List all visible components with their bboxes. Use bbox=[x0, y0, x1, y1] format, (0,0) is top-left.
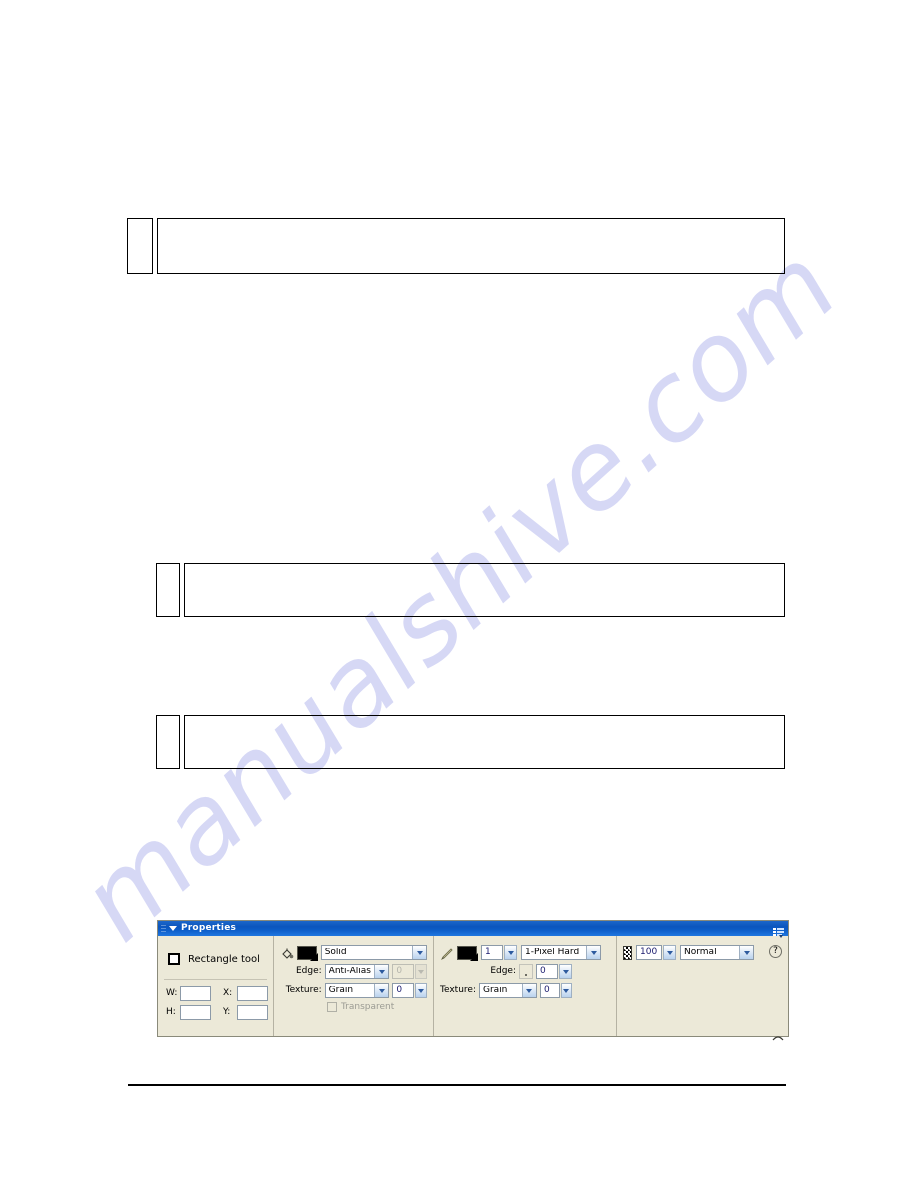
fill-edge-label: Edge: bbox=[295, 966, 322, 976]
footer-divider bbox=[128, 1084, 786, 1086]
callout-box bbox=[156, 563, 785, 617]
fill-edge-amount-stepper bbox=[414, 964, 427, 979]
blend-mode-dropdown[interactable]: Normal bbox=[680, 945, 754, 960]
height-y-row: H: Y: bbox=[166, 1005, 273, 1020]
stroke-texture-label: Texture: bbox=[440, 985, 476, 995]
stroke-texture-dropdown[interactable]: Grain bbox=[478, 983, 537, 998]
stroke-edge-amount-stepper[interactable] bbox=[559, 964, 572, 979]
fill-texture-value: Grain bbox=[328, 986, 354, 995]
stroke-edge-slider-handle[interactable] bbox=[519, 964, 533, 979]
help-button[interactable]: ? bbox=[769, 945, 782, 958]
fill-category-row: Solid bbox=[280, 945, 427, 961]
opacity-stepper[interactable] bbox=[663, 945, 676, 960]
opacity-blend-row: 100 Normal bbox=[623, 945, 782, 960]
fill-texture-dropdown[interactable]: Grain bbox=[324, 983, 390, 998]
callout-body bbox=[157, 218, 785, 274]
stroke-texture-value: Grain bbox=[482, 986, 508, 995]
blend-mode-value: Normal bbox=[684, 948, 717, 957]
panel-options-menu-icon[interactable] bbox=[773, 923, 784, 938]
stroke-texture-row: Texture: Grain 0 bbox=[440, 983, 610, 998]
opacity-input[interactable]: 100 bbox=[636, 945, 662, 960]
chevron-down-icon[interactable] bbox=[374, 965, 389, 978]
drag-grip-icon[interactable] bbox=[161, 924, 166, 933]
properties-panel-body: Rectangle tool W: X: H: Y: Solid Edge: A… bbox=[158, 936, 788, 1041]
appearance-section: 100 Normal ? bbox=[617, 936, 788, 1041]
stroke-category-value: 1-Pixel Hard bbox=[525, 948, 580, 957]
chevron-down-icon[interactable] bbox=[374, 984, 389, 997]
x-input[interactable] bbox=[237, 986, 268, 1001]
width-label: W: bbox=[166, 988, 178, 998]
fill-category-dropdown[interactable]: Solid bbox=[320, 945, 427, 960]
callout-marker bbox=[156, 563, 180, 617]
y-label: Y: bbox=[223, 1007, 231, 1017]
fill-edge-row: Edge: Anti-Alias 0 bbox=[280, 964, 427, 979]
stroke-edge-row: Edge: 0 bbox=[440, 964, 610, 979]
panel-title: Properties bbox=[181, 923, 237, 933]
stroke-tip-size-input[interactable]: 1 bbox=[481, 945, 503, 960]
scanned-manual-page: manualshive.com Properties Rectangle too… bbox=[0, 0, 918, 1188]
chevron-down-icon[interactable] bbox=[586, 946, 600, 959]
panel-expand-handle-icon[interactable] bbox=[772, 1026, 784, 1041]
callout-marker bbox=[156, 715, 180, 769]
rectangle-tool-icon bbox=[168, 953, 180, 965]
fill-texture-amount-stepper[interactable] bbox=[414, 983, 427, 998]
transparent-checkbox[interactable] bbox=[327, 1002, 337, 1012]
transparent-label: Transparent bbox=[341, 1001, 395, 1012]
tool-name-label: Rectangle tool bbox=[188, 953, 260, 965]
chevron-down-icon[interactable] bbox=[739, 946, 753, 959]
height-label: H: bbox=[166, 1007, 176, 1017]
height-input[interactable] bbox=[180, 1005, 211, 1020]
pencil-icon bbox=[440, 946, 454, 960]
tool-identity-row: Rectangle tool bbox=[158, 945, 273, 973]
dimensions-group: W: X: H: Y: bbox=[158, 980, 273, 1020]
stroke-texture-amount-stepper[interactable] bbox=[560, 983, 572, 998]
x-label: X: bbox=[223, 988, 233, 998]
fill-edge-dropdown[interactable]: Anti-Alias bbox=[324, 964, 390, 979]
fill-color-swatch[interactable] bbox=[297, 945, 318, 961]
properties-panel-titlebar[interactable]: Properties bbox=[158, 921, 788, 938]
stroke-texture-amount-input[interactable]: 0 bbox=[539, 983, 560, 998]
fill-texture-label: Texture: bbox=[285, 985, 322, 995]
callout-box bbox=[127, 218, 785, 274]
tool-section: Rectangle tool W: X: H: Y: bbox=[158, 936, 274, 1036]
collapse-triangle-icon[interactable] bbox=[169, 926, 177, 931]
width-x-row: W: X: bbox=[166, 986, 273, 1001]
paint-bucket-icon bbox=[280, 946, 294, 960]
chevron-down-icon[interactable] bbox=[412, 946, 426, 959]
fill-texture-amount-input[interactable]: 0 bbox=[392, 983, 414, 998]
fill-texture-row: Texture: Grain 0 bbox=[280, 983, 427, 998]
stroke-tip-size-stepper[interactable] bbox=[504, 945, 517, 960]
callout-body bbox=[184, 563, 785, 617]
y-input[interactable] bbox=[237, 1005, 268, 1020]
stroke-edge-label: Edge: bbox=[490, 966, 516, 976]
width-input[interactable] bbox=[180, 986, 211, 1001]
opacity-checkerboard-icon bbox=[623, 945, 632, 960]
callout-body bbox=[184, 715, 785, 769]
stroke-color-swatch[interactable] bbox=[457, 945, 478, 961]
stroke-category-row: 1 1-Pixel Hard bbox=[440, 945, 610, 961]
fill-category-value: Solid bbox=[324, 948, 347, 957]
properties-panel: Properties Rectangle tool W: X: H: Y: So… bbox=[157, 920, 789, 1041]
fill-transparent-row[interactable]: Transparent bbox=[280, 1002, 427, 1012]
fill-section: Solid Edge: Anti-Alias 0 Texture: Grain … bbox=[274, 936, 434, 1036]
chevron-down-icon[interactable] bbox=[521, 984, 536, 997]
callout-box bbox=[156, 715, 785, 769]
stroke-category-dropdown[interactable]: 1-Pixel Hard bbox=[521, 945, 601, 960]
stroke-section: 1 1-Pixel Hard Edge: 0 Texture: Grain 0 bbox=[434, 936, 617, 1036]
fill-edge-amount-input: 0 bbox=[392, 964, 414, 979]
fill-edge-value: Anti-Alias bbox=[328, 967, 371, 976]
stroke-edge-amount-input[interactable]: 0 bbox=[536, 964, 558, 979]
callout-marker bbox=[127, 218, 153, 274]
